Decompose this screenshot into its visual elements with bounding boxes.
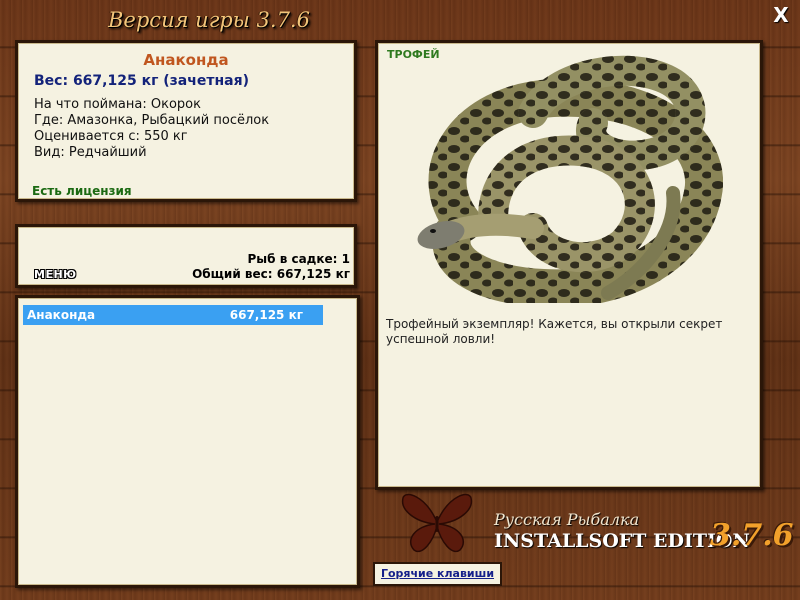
catch-summary-panel: МЕНЮ Рыб в садке: 1 Общий вес: 667,125 к… [15,224,357,288]
list-item-weight: 667,125 кг [229,308,303,322]
fish-weight: Вес: 667,125 кг (зачетная) [34,73,249,89]
kind-info: Вид: Редчайший [34,145,147,160]
license-status: Есть лицензия [32,184,132,198]
menu-button[interactable]: МЕНЮ [34,268,77,281]
anaconda-image [417,55,723,303]
trophy-panel: ТРОФЕЙ Трофейный экземпляр! Кажется, вы … [375,40,763,490]
hotkeys-link[interactable]: Горячие клавиши [373,562,502,586]
location-info: Где: Амазонка, Рыбацкий посёлок [34,113,270,128]
value-info: Оценивается с: 550 кг [34,129,188,144]
catch-list: Анаконда 667,125 кг [15,295,360,588]
trophy-description: Трофейный экземпляр! Кажется, вы открыли… [386,317,723,346]
list-item[interactable]: Анаконда 667,125 кг [23,305,323,325]
close-icon[interactable]: X [770,4,792,26]
butterfly-logo-icon [401,493,473,553]
fish-info-panel: Анаконда Вес: 667,125 кг (зачетная) На ч… [15,40,357,202]
fish-name: Анаконда [143,51,229,69]
list-item-name: Анаконда [27,308,96,322]
brand-title: Русская Рыбалка [494,510,640,529]
brand-version: 3.7.6 [710,518,794,553]
window-title: Версия игры 3.7.6 [108,8,310,32]
bait-info: На что поймана: Окорок [34,97,201,112]
total-weight: Общий вес: 667,125 кг [192,267,350,281]
fish-count: Рыб в садке: 1 [247,252,351,266]
